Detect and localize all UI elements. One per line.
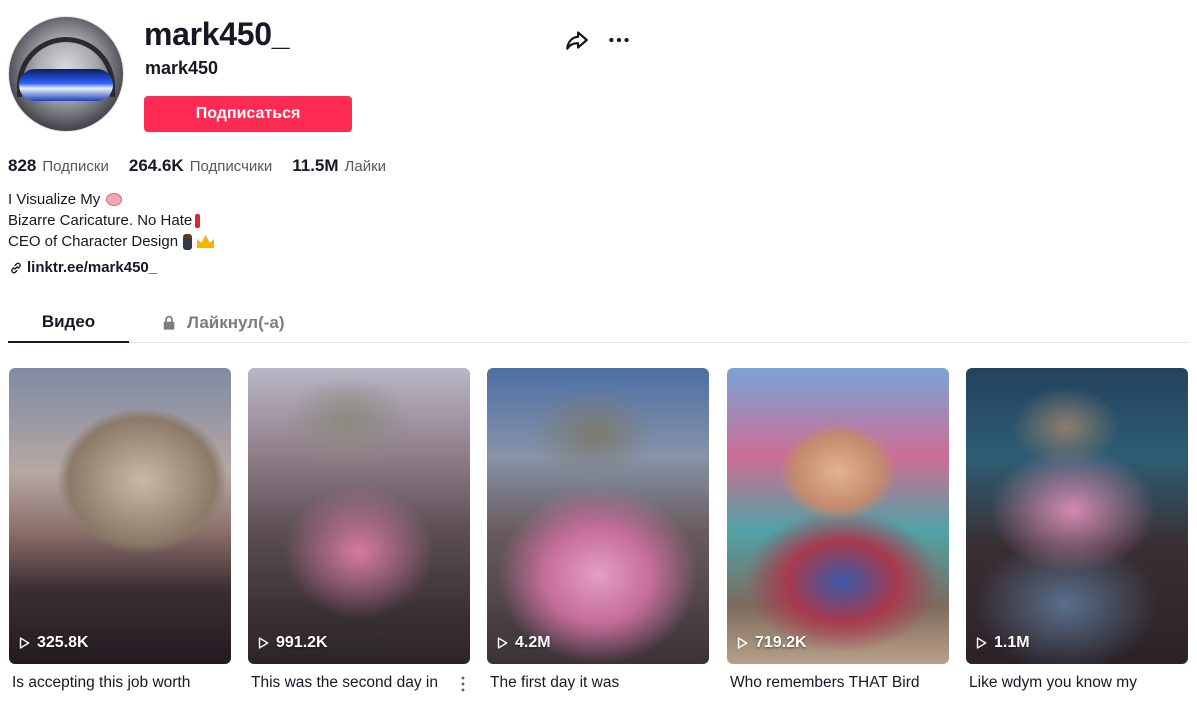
stat-following-label: Подписки [42,158,109,175]
view-count-value: 1.1M [994,634,1030,651]
exclamation-emoji-icon [195,213,201,228]
play-icon [976,637,987,649]
bio-line-1: I Visualize My [8,191,101,208]
video-thumbnail[interactable]: 991.2K [248,368,470,664]
video-card[interactable]: 719.2K Who remembers THAT Bird [727,368,949,694]
video-thumbnail[interactable]: 325.8K [9,368,231,664]
tab-liked[interactable]: Лайкнул(-а) [161,303,285,343]
tab-videos[interactable]: Видео [8,303,129,343]
stat-followers-label: Подписчики [189,158,273,175]
video-caption[interactable]: Like wdym you know my [966,674,1188,694]
crown-emoji-icon [197,235,215,248]
stat-followers-value: 264.6K [128,156,184,175]
video-card[interactable]: 325.8K Is accepting this job worth [9,368,231,694]
avatar[interactable] [8,16,124,132]
play-icon [19,637,30,649]
stat-likes-label: Лайки [344,158,387,175]
play-icon [737,637,748,649]
view-count: 325.8K [17,634,89,652]
video-card[interactable]: 1.1M Like wdym you know my [966,368,1188,694]
bio: I Visualize My Bizarre Caricature. No Ha… [8,189,215,252]
video-caption[interactable]: The first day it was [487,674,709,694]
stat-likes-value: 11.5M [292,156,339,175]
bio-line: Bizarre Caricature. No Hate [8,210,214,231]
share-arrow-icon[interactable] [564,27,590,53]
nickname: mark450 [145,58,219,78]
lock-icon [163,315,175,330]
view-count: 719.2K [735,634,807,652]
view-count: 991.2K [256,634,328,652]
stat-following-value: 828 [8,156,37,175]
follow-button[interactable]: Подписаться [144,96,352,132]
view-count-value: 325.8K [37,634,89,651]
video-card[interactable]: 4.2M The first day it was [487,368,709,694]
video-caption[interactable]: Is accepting this job worth [9,674,231,694]
link-icon [11,262,21,273]
profile-tabs: Видео Лайкнул(-а) [8,303,1189,343]
visor-shape [19,69,113,101]
profile-link[interactable]: linktr.ee/mark450_ [9,259,157,276]
username-title: mark450_ [144,16,290,52]
video-caption[interactable]: This was the second day in [248,674,470,694]
play-icon [497,637,508,649]
video-card[interactable]: 991.2K This was the second day in [248,368,470,694]
video-thumbnail[interactable]: 4.2M [487,368,709,664]
stats-row: 828 Подписки 264.6K Подписчики 11.5M Лай… [8,156,386,176]
stat-following[interactable]: 828 Подписки [8,156,109,176]
more-horizontal-icon[interactable] [606,27,632,53]
bio-line: CEO of Character Design [8,231,215,252]
view-count-value: 719.2K [755,634,807,651]
bio-line-3: CEO of Character Design [8,233,179,250]
bio-line-2: Bizarre Caricature. No Hate [8,212,193,229]
stat-likes: 11.5M Лайки [292,156,386,176]
man-emoji-icon [183,233,193,250]
view-count: 4.2M [495,634,551,652]
view-count: 1.1M [974,634,1030,652]
view-count-value: 991.2K [276,634,328,651]
brain-emoji-icon [106,193,123,206]
video-thumbnail[interactable]: 1.1M [966,368,1188,664]
play-icon [258,637,269,649]
stat-followers[interactable]: 264.6K Подписчики [129,156,272,176]
tab-liked-label: Лайкнул(-а) [187,313,285,332]
profile-link-text: linktr.ee/mark450_ [27,259,158,276]
video-caption[interactable]: Who remembers THAT Bird [727,674,949,694]
view-count-value: 4.2M [515,634,551,651]
video-thumbnail[interactable]: 719.2K [727,368,949,664]
bio-line: I Visualize My [8,189,214,210]
more-vertical-icon[interactable] [456,674,470,694]
